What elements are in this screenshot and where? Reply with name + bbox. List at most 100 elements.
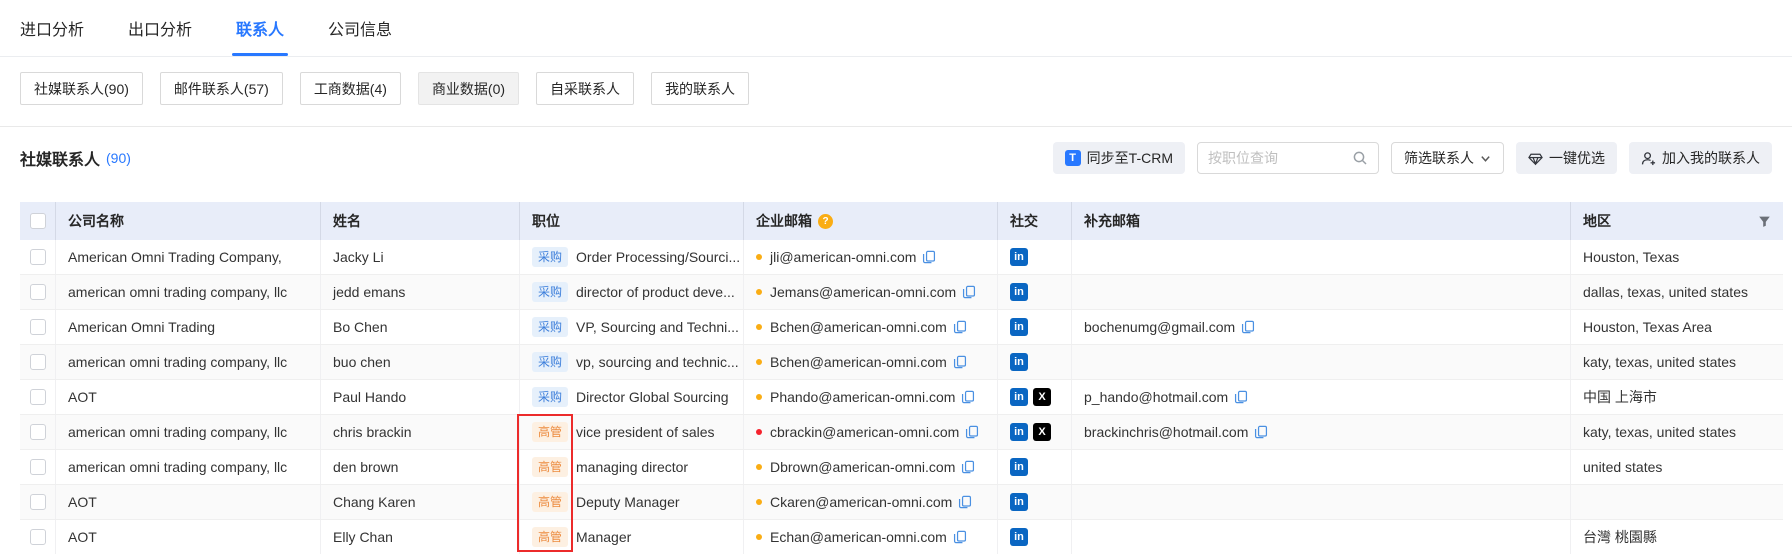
linkedin-icon[interactable]: in — [1010, 493, 1028, 511]
tab-2[interactable]: 出口分析 — [128, 0, 192, 56]
copy-icon[interactable] — [961, 460, 975, 474]
contact-name: Bo Chen — [333, 319, 387, 335]
linkedin-icon[interactable]: in — [1010, 528, 1028, 546]
tab-4[interactable]: 公司信息 — [328, 0, 392, 56]
company-name: AOT — [68, 494, 97, 510]
social-cell: in X — [998, 415, 1072, 449]
filter-contacts-dropdown[interactable]: 筛选联系人 — [1391, 142, 1504, 174]
row-checkbox-cell — [20, 275, 56, 309]
table-row: AOTPaul Hando采购Director Global SourcingP… — [20, 380, 1783, 415]
company-name: american omni trading company, llc — [68, 284, 287, 300]
filter-button-2[interactable]: 邮件联系人(57) — [160, 72, 283, 105]
select-all-checkbox[interactable] — [30, 213, 46, 229]
contacts-table: 公司名称姓名职位企业邮箱?社交补充邮箱地区 American Omni Trad… — [20, 202, 1783, 554]
position-text: director of product deve... — [576, 284, 735, 300]
row-checkbox[interactable] — [30, 284, 46, 300]
row-checkbox[interactable] — [30, 389, 46, 405]
linkedin-icon[interactable]: in — [1010, 353, 1028, 371]
company-email: Jemans@american-omni.com — [770, 284, 956, 300]
filter-button-3[interactable]: 工商数据(4) — [300, 72, 401, 105]
row-checkbox-cell — [20, 485, 56, 519]
company-name: American Omni Trading Company, — [68, 249, 282, 265]
email-status-dot — [756, 429, 762, 435]
region-cell: Houston, Texas Area — [1571, 310, 1783, 344]
filter-button-4[interactable]: 商业数据(0) — [418, 72, 519, 105]
column-header-label: 姓名 — [333, 211, 361, 231]
company-cell: American Omni Trading Company, — [56, 240, 321, 274]
row-checkbox[interactable] — [30, 529, 46, 545]
row-checkbox[interactable] — [30, 459, 46, 475]
name-cell: buo chen — [321, 345, 520, 379]
linkedin-icon[interactable]: in — [1010, 423, 1028, 441]
copy-icon[interactable] — [958, 495, 972, 509]
copy-icon[interactable] — [922, 250, 936, 264]
table-header-row: 公司名称姓名职位企业邮箱?社交补充邮箱地区 — [20, 202, 1783, 240]
row-checkbox[interactable] — [30, 249, 46, 265]
linkedin-icon[interactable]: in — [1010, 283, 1028, 301]
row-checkbox-cell — [20, 310, 56, 344]
company-name: AOT — [68, 389, 97, 405]
row-checkbox[interactable] — [30, 424, 46, 440]
company-email-cell: Jemans@american-omni.com — [744, 275, 998, 309]
filter-button-1[interactable]: 社媒联系人(90) — [20, 72, 143, 105]
region-text: 台灣 桃園縣 — [1583, 527, 1657, 547]
company-cell: american omni trading company, llc — [56, 345, 321, 379]
x-twitter-icon[interactable]: X — [1033, 423, 1051, 441]
search-icon[interactable] — [1352, 150, 1368, 166]
copy-icon[interactable] — [1234, 390, 1248, 404]
email-status-dot — [756, 499, 762, 505]
email-status-dot — [756, 254, 762, 260]
row-checkbox-cell — [20, 520, 56, 554]
tab-1[interactable]: 进口分析 — [20, 0, 84, 56]
filter-button-5[interactable]: 自采联系人 — [536, 72, 634, 105]
email-status-dot — [756, 394, 762, 400]
region-text: katy, texas, united states — [1583, 354, 1736, 370]
company-email: Ckaren@american-omni.com — [770, 494, 952, 510]
extra-email: bochenumg@gmail.com — [1084, 319, 1235, 335]
linkedin-icon[interactable]: in — [1010, 318, 1028, 336]
tab-3[interactable]: 联系人 — [236, 0, 284, 56]
company-email-cell: Bchen@american-omni.com — [744, 345, 998, 379]
copy-icon[interactable] — [962, 285, 976, 299]
social-cell: in — [998, 240, 1072, 274]
help-icon[interactable]: ? — [818, 214, 833, 229]
name-cell: Elly Chan — [321, 520, 520, 554]
one-click-optimize-label: 一键优选 — [1549, 148, 1605, 168]
company-email: Echan@american-omni.com — [770, 529, 947, 545]
row-checkbox[interactable] — [30, 494, 46, 510]
table-row: American Omni TradingBo Chen采购VP, Sourci… — [20, 310, 1783, 345]
copy-icon[interactable] — [953, 530, 967, 544]
x-twitter-icon[interactable]: X — [1033, 388, 1051, 406]
gem-icon — [1528, 151, 1543, 166]
copy-icon[interactable] — [953, 355, 967, 369]
copy-icon[interactable] — [1241, 320, 1255, 334]
role-tag: 高管 — [532, 492, 568, 512]
copy-icon[interactable] — [953, 320, 967, 334]
region-cell: Houston, Texas — [1571, 240, 1783, 274]
section-header-row: 社媒联系人 (90) T 同步至T-CRM 筛选联系人 — [20, 142, 1772, 174]
add-to-my-contacts-button[interactable]: 加入我的联系人 — [1629, 142, 1772, 174]
contact-name: Jacky Li — [333, 249, 384, 265]
sync-to-tcrm-button[interactable]: T 同步至T-CRM — [1053, 142, 1185, 174]
linkedin-icon[interactable]: in — [1010, 248, 1028, 266]
column-header-label: 企业邮箱 — [756, 211, 812, 231]
position-cell: 采购director of product deve... — [520, 275, 744, 309]
company-cell: american omni trading company, llc — [56, 275, 321, 309]
linkedin-icon[interactable]: in — [1010, 388, 1028, 406]
copy-icon[interactable] — [961, 390, 975, 404]
region-cell: katy, texas, united states — [1571, 345, 1783, 379]
tab-label: 公司信息 — [328, 16, 392, 40]
linkedin-icon[interactable]: in — [1010, 458, 1028, 476]
filter-funnel-icon[interactable] — [1758, 215, 1771, 228]
table-row: AOTElly Chan高管ManagerEchan@american-omni… — [20, 520, 1783, 554]
row-checkbox[interactable] — [30, 319, 46, 335]
section-title: 社媒联系人 — [20, 146, 100, 170]
extra-email-cell — [1072, 345, 1571, 379]
company-email-cell: Phando@american-omni.com — [744, 380, 998, 414]
copy-icon[interactable] — [965, 425, 979, 439]
one-click-optimize-button[interactable]: 一键优选 — [1516, 142, 1617, 174]
row-checkbox[interactable] — [30, 354, 46, 370]
position-search-input[interactable] — [1208, 150, 1352, 166]
filter-button-6[interactable]: 我的联系人 — [651, 72, 749, 105]
copy-icon[interactable] — [1254, 425, 1268, 439]
